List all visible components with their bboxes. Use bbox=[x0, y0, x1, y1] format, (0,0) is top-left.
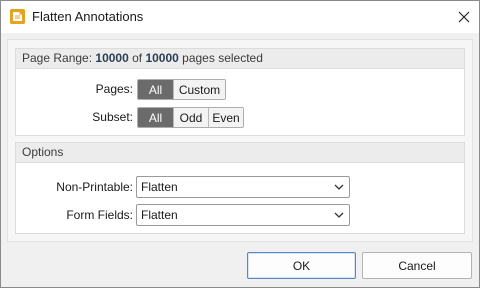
subset-option-odd[interactable]: Odd bbox=[173, 108, 208, 127]
ok-button[interactable]: OK bbox=[247, 252, 356, 279]
page-range-header: Page Range: 10000 of 10000 pages selecte… bbox=[16, 49, 464, 69]
title-bar: Flatten Annotations bbox=[1, 1, 479, 33]
page-range-suffix: pages selected bbox=[178, 51, 263, 65]
page-range-group: Page Range: 10000 of 10000 pages selecte… bbox=[15, 48, 465, 136]
form-fields-select[interactable]: Flatten bbox=[136, 204, 350, 226]
subset-option-even[interactable]: Even bbox=[208, 108, 243, 127]
non-printable-select[interactable]: Flatten bbox=[136, 176, 350, 198]
options-header: Options bbox=[16, 143, 464, 163]
dialog-content: Page Range: 10000 of 10000 pages selecte… bbox=[7, 39, 473, 242]
options-group: Options Non-Printable: Flatten Form Fiel… bbox=[15, 142, 465, 234]
subset-segmented-control: All Odd Even bbox=[137, 107, 244, 128]
window-title: Flatten Annotations bbox=[32, 9, 144, 24]
dialog-window: Flatten Annotations Page Range: 10000 of… bbox=[0, 0, 480, 288]
subset-label: Subset: bbox=[92, 110, 133, 124]
chevron-down-icon bbox=[334, 212, 344, 218]
form-fields-value: Flatten bbox=[141, 208, 178, 222]
non-printable-label: Non-Printable: bbox=[56, 180, 133, 194]
cancel-button[interactable]: Cancel bbox=[362, 252, 472, 279]
selected-count: 10000 bbox=[95, 51, 129, 65]
form-fields-label: Form Fields: bbox=[66, 208, 133, 222]
close-button[interactable] bbox=[449, 3, 479, 31]
total-count: 10000 bbox=[145, 51, 179, 65]
chevron-down-icon bbox=[334, 184, 344, 190]
close-icon bbox=[458, 11, 470, 23]
pages-option-custom[interactable]: Custom bbox=[173, 80, 225, 99]
non-printable-value: Flatten bbox=[141, 180, 178, 194]
app-icon bbox=[10, 9, 25, 24]
page-range-prefix: Page Range: bbox=[22, 51, 96, 65]
subset-option-all[interactable]: All bbox=[138, 108, 173, 127]
pages-segmented-control: All Custom bbox=[137, 79, 226, 100]
page-range-of: of bbox=[128, 51, 146, 65]
pages-label: Pages: bbox=[95, 82, 133, 96]
pages-option-all[interactable]: All bbox=[138, 80, 173, 99]
